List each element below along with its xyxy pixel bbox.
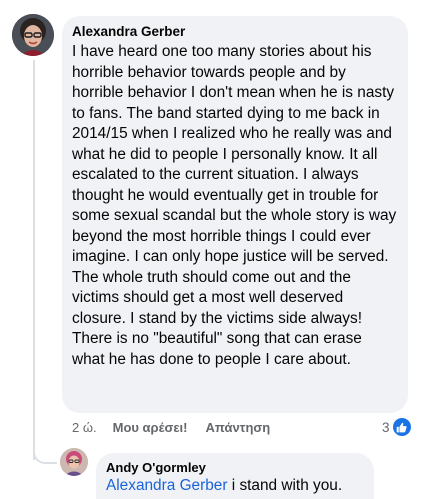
reply-button[interactable]: Απάντηση xyxy=(205,420,270,435)
reaction-count: 3 xyxy=(382,419,390,435)
avatar-image xyxy=(12,14,54,56)
thread-connector xyxy=(33,444,57,464)
thumbs-up-icon xyxy=(392,418,411,436)
reply-bubble: Andy O'gormley Alexandra Gerber i stand … xyxy=(96,453,374,499)
comment-actions: 2 ώ. Μου αρέσει! Απάντηση xyxy=(72,417,270,437)
avatar[interactable] xyxy=(12,14,54,56)
reply-avatar[interactable] xyxy=(60,448,88,476)
comment-bubble: Alexandra Gerber I have heard one too ma… xyxy=(62,16,408,413)
reaction-summary[interactable]: 3 xyxy=(382,417,411,437)
reply-author[interactable]: Andy O'gormley xyxy=(106,459,364,476)
reply-message: i stand with you. xyxy=(227,477,343,494)
reply-text: Alexandra Gerber i stand with you. xyxy=(106,476,364,496)
reply-avatar-image xyxy=(60,448,88,476)
reply-mention-link[interactable]: Alexandra Gerber xyxy=(106,477,227,494)
comment-author[interactable]: Alexandra Gerber xyxy=(72,23,398,40)
thread-line xyxy=(33,60,35,460)
like-button[interactable]: Μου αρέσει! xyxy=(113,420,188,435)
comment-timestamp[interactable]: 2 ώ. xyxy=(72,420,97,435)
comment-text: I have heard one too many stories about … xyxy=(72,43,397,368)
comment-thread: Alexandra Gerber I have heard one too ma… xyxy=(0,0,425,499)
